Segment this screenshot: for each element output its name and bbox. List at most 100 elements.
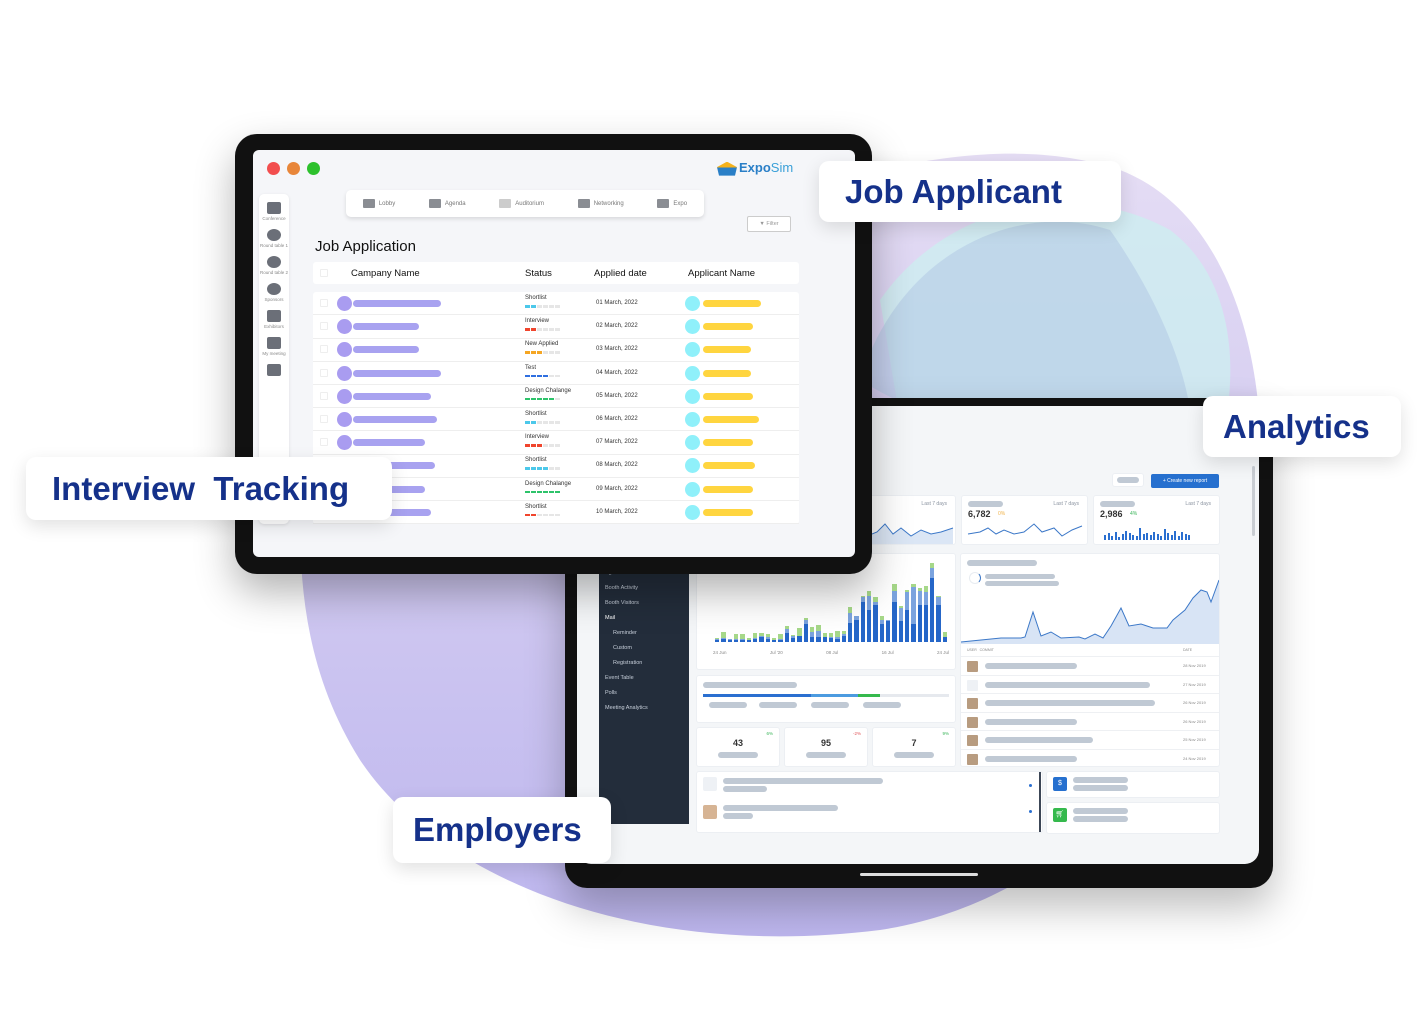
nav-expo[interactable]: Expo <box>657 199 687 208</box>
kpi-value: 95 <box>820 738 831 748</box>
column-header[interactable]: Applied date <box>594 268 647 279</box>
row-checkbox[interactable] <box>320 438 328 447</box>
sidebar-item[interactable]: Meeting Analytics <box>599 701 689 716</box>
row-checkbox[interactable] <box>320 415 328 423</box>
table-row[interactable]: Interview 07 March, 2022 <box>313 431 799 455</box>
maximize-window-button[interactable] <box>307 162 320 175</box>
kpi-value: 43 <box>732 738 743 748</box>
column-header[interactable]: Campany Name <box>351 268 420 279</box>
left-nav-item[interactable]: Sponsors <box>259 283 289 302</box>
table-row[interactable]: Shortlist 06 March, 2022 <box>313 408 799 432</box>
sidebar-item[interactable]: Custom <box>599 641 689 656</box>
mini-bar <box>1177 536 1180 540</box>
chart-bar <box>911 584 916 642</box>
table-row[interactable]: Design Chalange 05 March, 2022 <box>313 385 799 409</box>
chart-bar <box>733 634 739 642</box>
applicant-avatar <box>685 504 700 520</box>
stacked-bar-chart <box>715 562 948 642</box>
left-nav-item[interactable]: Conference <box>259 202 289 221</box>
column-header[interactable]: Applicant Name <box>688 268 755 279</box>
select-all-checkbox[interactable] <box>320 269 328 277</box>
applicant-name-placeholder <box>703 462 755 470</box>
secondary-button[interactable] <box>1113 474 1143 486</box>
minimize-window-button[interactable] <box>287 162 300 175</box>
nav-agenda[interactable]: Agenda <box>428 199 466 208</box>
commit-row[interactable]: 28 Nov 2019 <box>961 656 1219 674</box>
chart-bar <box>790 634 796 642</box>
close-window-button[interactable] <box>267 162 280 175</box>
camera-icon <box>499 199 512 208</box>
avatar <box>703 805 717 819</box>
left-nav-item[interactable]: My meeting <box>259 337 289 356</box>
company-avatar <box>337 342 352 358</box>
left-nav-item[interactable]: Exhibitors <box>259 310 289 329</box>
mini-bar <box>1153 532 1155 540</box>
sidebar-item[interactable]: Booth Activity <box>599 581 689 596</box>
commit-row[interactable]: 26 Nov 2019 <box>961 711 1219 730</box>
column-header[interactable]: Status <box>525 268 552 279</box>
chart-bar <box>879 616 884 642</box>
status-label: Shortlist <box>525 457 547 464</box>
left-nav-item[interactable]: Round table 1 <box>259 229 289 248</box>
left-nav-item[interactable] <box>259 364 289 376</box>
table-row[interactable]: Test 04 March, 2022 <box>313 362 799 385</box>
row-checkbox[interactable] <box>320 322 328 331</box>
stat-card: Last 7 days <box>867 496 955 544</box>
dollar-badge-icon <box>267 283 281 295</box>
sidebar-item[interactable]: Reminder <box>599 626 689 641</box>
mini-bar <box>1135 536 1138 540</box>
status-progress <box>525 305 560 308</box>
row-checkbox[interactable] <box>320 299 328 307</box>
company-name-placeholder <box>353 392 431 400</box>
applicant-name-placeholder <box>703 392 753 400</box>
row-checkbox[interactable] <box>320 391 328 400</box>
x-tick: 24 Jun <box>713 650 727 655</box>
commit-row[interactable]: 27 Nov 2019 <box>961 674 1219 693</box>
nav-auditorium[interactable]: Auditorium <box>499 199 544 208</box>
sidebar-item[interactable]: Polls <box>599 686 689 701</box>
applicant-avatar <box>685 365 700 381</box>
company-avatar <box>337 365 352 381</box>
left-nav-item[interactable]: Round table 2 <box>259 256 289 275</box>
dollar-icon: $ <box>1053 777 1067 791</box>
row-checkbox[interactable] <box>320 345 328 354</box>
kpi-card: 6% 43 <box>697 728 779 766</box>
nav-networking[interactable]: Networking <box>577 199 624 208</box>
avatar <box>967 753 978 765</box>
applied-date: 07 March, 2022 <box>596 439 638 446</box>
cart-icon: 🛒︎ <box>1053 808 1067 822</box>
chart-bar <box>784 626 789 642</box>
status-label: Test <box>525 364 537 371</box>
handshake-icon <box>577 199 590 208</box>
table-row[interactable]: Shortlist 01 March, 2022 <box>313 292 799 316</box>
commit-row[interactable]: 26 Nov 2019 <box>961 693 1219 711</box>
avatar <box>967 661 978 672</box>
scrollbar[interactable] <box>1252 466 1255 536</box>
commit-row[interactable]: 24 Nov 2019 <box>961 748 1219 767</box>
applicant-name-placeholder <box>703 346 751 354</box>
mini-bar <box>1111 536 1113 540</box>
status-progress <box>525 467 560 470</box>
status-progress <box>525 490 560 494</box>
applicant-avatar <box>685 388 700 404</box>
chart-bar <box>904 590 910 642</box>
table-row[interactable]: New Applied 03 March, 2022 <box>313 338 799 362</box>
chart-bar <box>866 590 872 642</box>
commit-row[interactable]: 25 Nov 2019 <box>961 730 1219 748</box>
mini-bar <box>1118 537 1120 540</box>
filter-button[interactable]: ▼ Filter <box>747 216 791 232</box>
sidebar-item[interactable]: Registration <box>599 656 689 671</box>
page-title: Job Application <box>315 238 416 255</box>
chart-bar <box>752 633 758 642</box>
status-label: Interview <box>525 318 550 325</box>
create-report-button[interactable]: + Create new report <box>1151 474 1219 488</box>
sidebar-item[interactable]: Booth Visitors <box>599 596 689 611</box>
exhibitors-icon <box>267 310 281 322</box>
nav-lobby[interactable]: Lobby <box>362 199 395 208</box>
sidebar-item[interactable]: Event Table <box>599 671 689 686</box>
kpi-value: 7 <box>911 738 917 748</box>
sidebar-item[interactable]: Mail <box>599 611 689 626</box>
row-checkbox[interactable] <box>320 368 328 377</box>
chart-bar <box>809 626 815 642</box>
table-row[interactable]: Interview 02 March, 2022 <box>313 315 799 339</box>
